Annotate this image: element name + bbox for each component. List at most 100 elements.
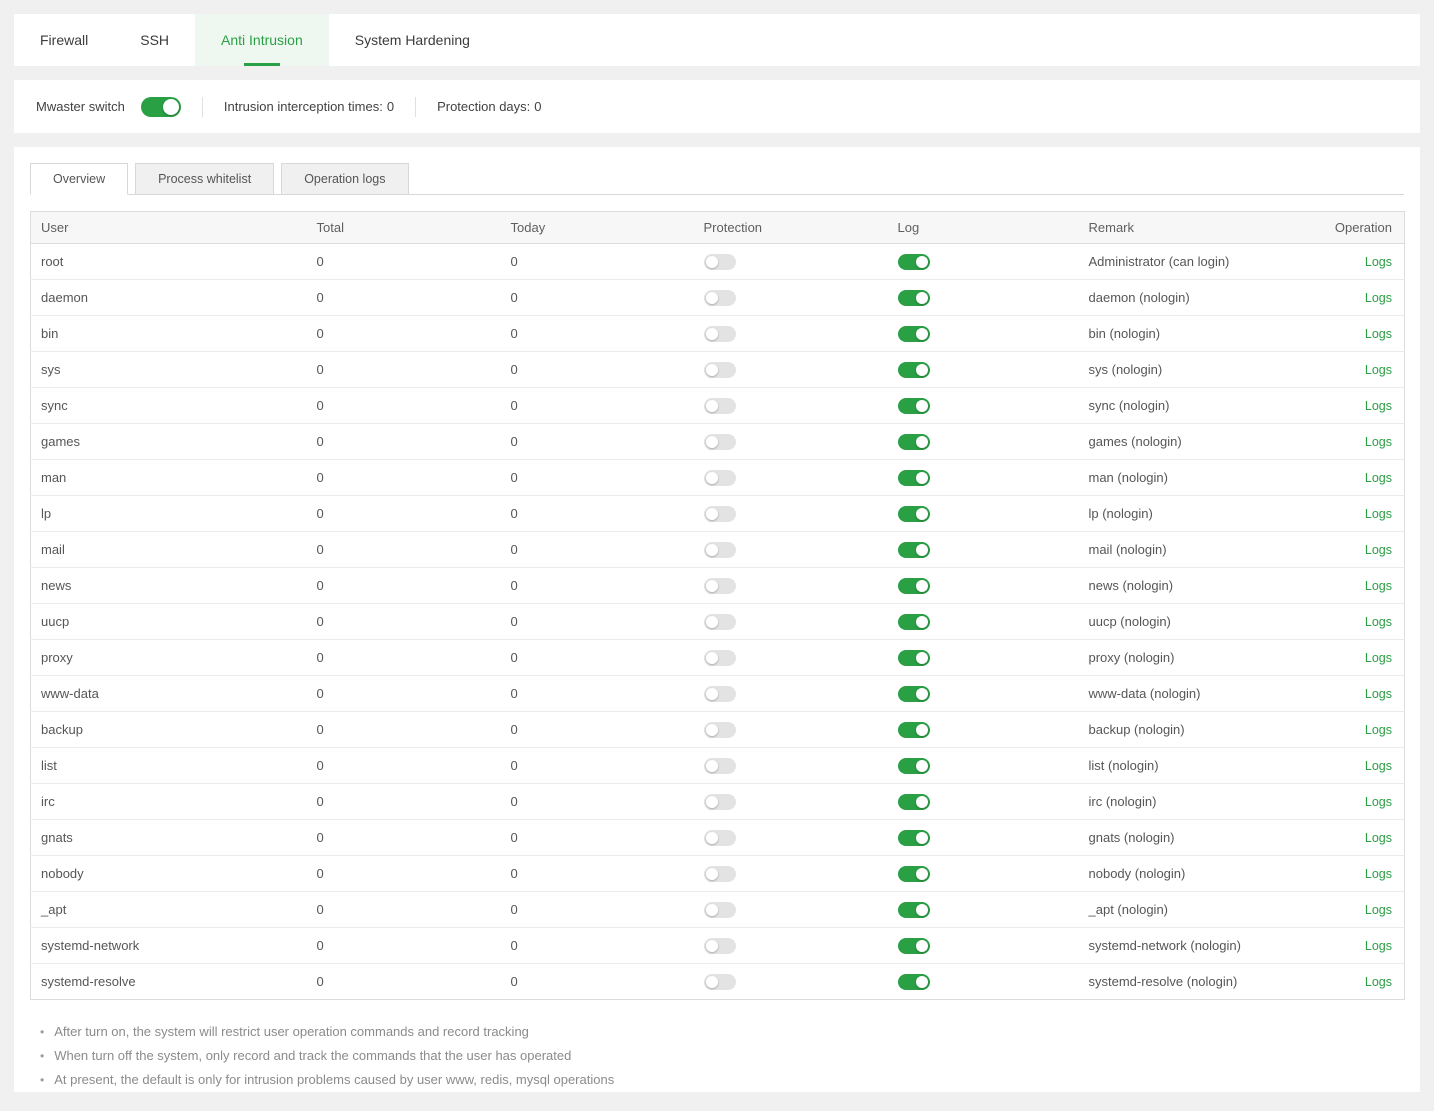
tab-anti-intrusion[interactable]: Anti Intrusion — [195, 14, 329, 66]
protection-toggle[interactable] — [704, 974, 736, 990]
tab-firewall[interactable]: Firewall — [14, 14, 114, 66]
logs-link[interactable]: Logs — [1365, 399, 1392, 413]
toggle-knob — [916, 832, 928, 844]
total-cell: 0 — [317, 748, 511, 784]
toggle-knob — [706, 724, 718, 736]
logs-link[interactable]: Logs — [1365, 975, 1392, 989]
log-toggle[interactable] — [898, 794, 930, 810]
toggle-knob — [916, 940, 928, 952]
logs-link[interactable]: Logs — [1365, 363, 1392, 377]
log-toggle[interactable] — [898, 866, 930, 882]
logs-link[interactable]: Logs — [1365, 543, 1392, 557]
logs-link[interactable]: Logs — [1365, 615, 1392, 629]
toggle-knob — [916, 256, 928, 268]
total-cell: 0 — [317, 388, 511, 424]
log-toggle[interactable] — [898, 254, 930, 270]
protection-toggle[interactable] — [704, 902, 736, 918]
log-toggle[interactable] — [898, 470, 930, 486]
log-toggle[interactable] — [898, 902, 930, 918]
protection-toggle[interactable] — [704, 434, 736, 450]
table-row: gnats 0 0 gnats (nologin) Logs — [31, 820, 1405, 856]
toggle-knob — [163, 99, 179, 115]
logs-link[interactable]: Logs — [1365, 903, 1392, 917]
protection-toggle[interactable] — [704, 506, 736, 522]
toggle-knob — [916, 976, 928, 988]
logs-link[interactable]: Logs — [1365, 255, 1392, 269]
protection-toggle[interactable] — [704, 470, 736, 486]
log-toggle[interactable] — [898, 542, 930, 558]
divider — [415, 97, 416, 117]
tab-ssh[interactable]: SSH — [114, 14, 195, 66]
protection-toggle[interactable] — [704, 830, 736, 846]
protection-toggle[interactable] — [704, 650, 736, 666]
toggle-knob — [916, 688, 928, 700]
protection-toggle[interactable] — [704, 758, 736, 774]
total-cell: 0 — [317, 676, 511, 712]
logs-link[interactable]: Logs — [1365, 327, 1392, 341]
logs-link[interactable]: Logs — [1365, 507, 1392, 521]
logs-link[interactable]: Logs — [1365, 471, 1392, 485]
note-item: At present, the default is only for intr… — [40, 1068, 1404, 1092]
toggle-knob — [706, 688, 718, 700]
logs-link[interactable]: Logs — [1365, 939, 1392, 953]
toggle-knob — [706, 580, 718, 592]
protection-toggle[interactable] — [704, 542, 736, 558]
today-cell: 0 — [511, 784, 704, 820]
logs-link[interactable]: Logs — [1365, 579, 1392, 593]
log-toggle[interactable] — [898, 434, 930, 450]
log-toggle[interactable] — [898, 362, 930, 378]
total-cell: 0 — [317, 316, 511, 352]
toggle-knob — [916, 364, 928, 376]
log-toggle[interactable] — [898, 578, 930, 594]
logs-link[interactable]: Logs — [1365, 795, 1392, 809]
table-row: www-data 0 0 www-data (nologin) Logs — [31, 676, 1405, 712]
log-toggle[interactable] — [898, 686, 930, 702]
subtab-operation-logs[interactable]: Operation logs — [281, 163, 408, 195]
log-toggle[interactable] — [898, 938, 930, 954]
log-toggle[interactable] — [898, 830, 930, 846]
user-cell: daemon — [31, 280, 317, 316]
logs-link[interactable]: Logs — [1365, 435, 1392, 449]
protection-toggle[interactable] — [704, 722, 736, 738]
log-toggle[interactable] — [898, 650, 930, 666]
protection-toggle[interactable] — [704, 578, 736, 594]
protection-toggle[interactable] — [704, 398, 736, 414]
master-switch-toggle[interactable] — [141, 97, 181, 117]
tab-system-hardening[interactable]: System Hardening — [329, 14, 496, 66]
notes-list: After turn on, the system will restrict … — [30, 1020, 1404, 1092]
logs-link[interactable]: Logs — [1365, 831, 1392, 845]
log-toggle[interactable] — [898, 974, 930, 990]
logs-link[interactable]: Logs — [1365, 723, 1392, 737]
log-toggle[interactable] — [898, 326, 930, 342]
log-toggle[interactable] — [898, 614, 930, 630]
log-toggle[interactable] — [898, 722, 930, 738]
protection-toggle[interactable] — [704, 614, 736, 630]
protection-toggle[interactable] — [704, 794, 736, 810]
table-row: mail 0 0 mail (nologin) Logs — [31, 532, 1405, 568]
user-cell: lp — [31, 496, 317, 532]
today-cell: 0 — [511, 388, 704, 424]
log-toggle[interactable] — [898, 290, 930, 306]
protection-toggle[interactable] — [704, 290, 736, 306]
logs-link[interactable]: Logs — [1365, 759, 1392, 773]
protection-toggle[interactable] — [704, 326, 736, 342]
logs-link[interactable]: Logs — [1365, 651, 1392, 665]
protection-days-label: Protection days: — [437, 99, 530, 114]
protection-toggle[interactable] — [704, 686, 736, 702]
subtab-overview[interactable]: Overview — [30, 163, 128, 195]
log-toggle[interactable] — [898, 398, 930, 414]
table-row: games 0 0 games (nologin) Logs — [31, 424, 1405, 460]
log-toggle[interactable] — [898, 506, 930, 522]
toggle-knob — [706, 400, 718, 412]
protection-toggle[interactable] — [704, 254, 736, 270]
subtab-process-whitelist[interactable]: Process whitelist — [135, 163, 274, 195]
user-cell: list — [31, 748, 317, 784]
protection-toggle[interactable] — [704, 362, 736, 378]
protection-toggle[interactable] — [704, 938, 736, 954]
protection-toggle[interactable] — [704, 866, 736, 882]
logs-link[interactable]: Logs — [1365, 867, 1392, 881]
log-toggle[interactable] — [898, 758, 930, 774]
user-cell: proxy — [31, 640, 317, 676]
logs-link[interactable]: Logs — [1365, 291, 1392, 305]
logs-link[interactable]: Logs — [1365, 687, 1392, 701]
